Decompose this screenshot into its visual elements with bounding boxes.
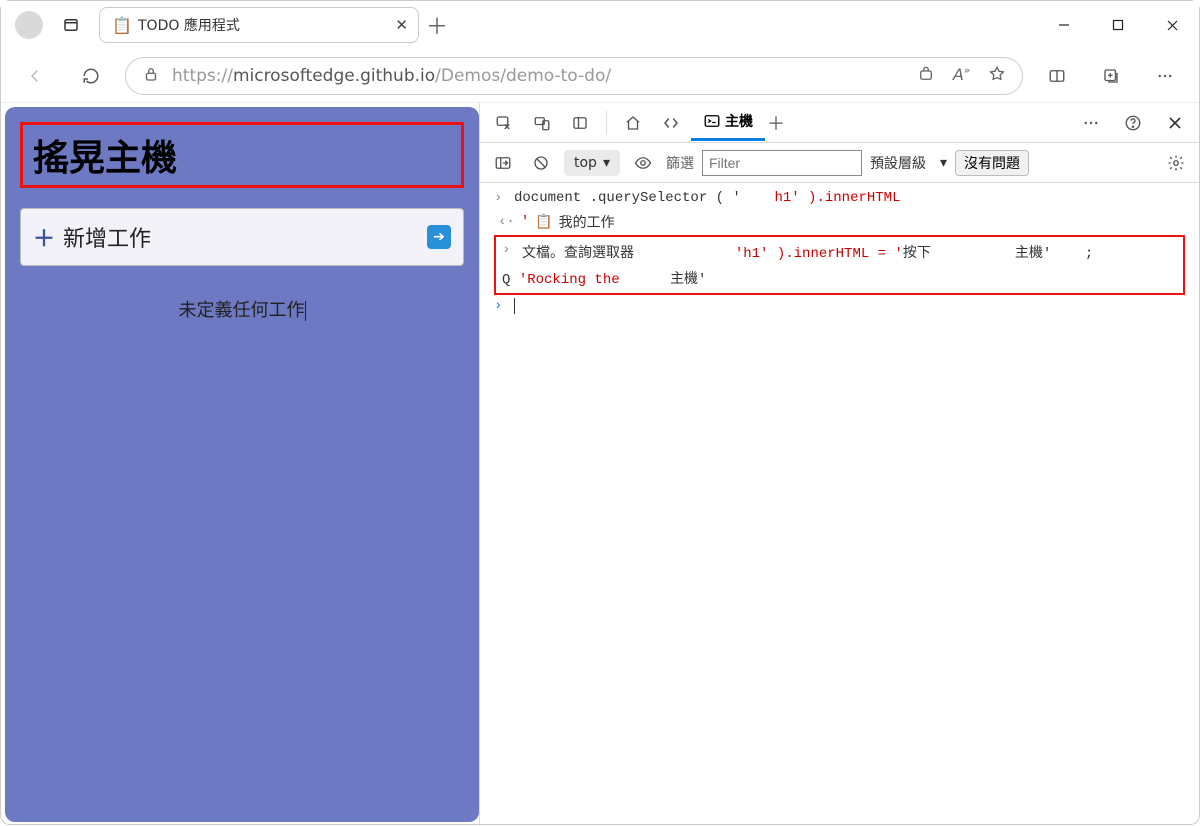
address-url: https://microsoftedge.github.io/Demos/de… [172,66,611,86]
window-controls [1037,3,1199,47]
page-h1: 搖晃主機 [33,129,451,181]
console-output-line: ‹· '📋 我的工作 [498,209,1185,235]
empty-tasks-message: 未定義任何工作 [20,296,464,322]
console-input-line: › document .querySelector ( ' h1' ).inne… [494,187,1185,209]
prompt-chevron-icon: › [494,298,506,314]
clear-console-icon[interactable] [526,149,556,177]
tab-actions-icon[interactable] [57,11,85,39]
plus-icon: ＋ [33,221,55,253]
sidebar-toggle-icon[interactable] [488,149,518,177]
tab-welcome-icon[interactable] [615,105,651,141]
split-screen-icon[interactable] [1035,58,1079,94]
prompt-cursor [514,298,515,314]
output-arrow-icon: ‹· [498,214,515,230]
nav-right-icons [1035,58,1187,94]
tab-close-icon[interactable]: ✕ [395,16,408,34]
live-expression-icon[interactable] [628,149,658,177]
profile-avatar[interactable] [15,11,43,39]
read-aloud-icon[interactable]: A» [953,65,970,87]
collections-icon[interactable] [1089,58,1133,94]
filter-input[interactable] [702,150,862,176]
titlebar: 📋 TODO 應用程式 ✕ ＋ [1,1,1199,49]
console-highlight-box: › 文檔。查詢選取器 'h1' ).innerHTML = '按下 主機' ; … [494,235,1185,295]
console-toolbar: top▾ 篩選 預設層級▾ 沒有問題 [480,143,1199,183]
add-task-input[interactable]: ＋ 新增工作 ➔ [20,208,464,266]
tab-strip: 📋 TODO 應用程式 ✕ ＋ [99,6,455,44]
minimize-button[interactable] [1037,3,1091,47]
content-split: 搖晃主機 ＋ 新增工作 ➔ 未定義任何工作 主機 ＋ [1,103,1199,826]
nav-reload-button[interactable] [69,58,113,94]
console-settings-icon[interactable] [1161,149,1191,177]
device-emulation-icon[interactable] [524,105,560,141]
tab-console-label: 主機 [725,111,753,131]
close-window-button[interactable] [1145,3,1199,47]
address-actions: A» [917,65,1006,87]
context-selector[interactable]: top▾ [564,150,620,176]
tab-title: TODO 應用程式 [138,15,387,35]
tab-elements-icon[interactable] [653,105,689,141]
shopping-icon[interactable] [917,65,935,87]
favorite-icon[interactable] [988,65,1006,87]
address-bar[interactable]: https://microsoftedge.github.io/Demos/de… [125,57,1023,95]
devtools-help-icon[interactable] [1115,105,1151,141]
devtools-close-icon[interactable] [1157,105,1193,141]
more-menu-icon[interactable] [1143,58,1187,94]
devtools-pane: 主機 ＋ top▾ 篩選 預設層級▾ 沒有問題 › document .quer… [479,103,1199,826]
new-tab-button[interactable]: ＋ [419,9,455,41]
lock-icon [142,65,160,87]
app-pane: 搖晃主機 ＋ 新增工作 ➔ 未定義任何工作 [5,107,479,822]
tab-console[interactable]: 主機 [691,105,765,141]
input-chevron-icon: › [502,242,514,258]
tab-favicon-icon: 📋 [114,17,130,33]
maximize-button[interactable] [1091,3,1145,47]
dock-side-icon[interactable] [562,105,598,141]
devtools-tabstrip: 主機 ＋ [480,103,1199,143]
devtools-add-tab-button[interactable]: ＋ [767,110,785,136]
clipboard-icon: 📋 [535,214,552,231]
issues-button[interactable]: 沒有問題 [955,150,1029,176]
page-h1-highlight: 搖晃主機 [20,122,464,188]
devtools-more-icon[interactable] [1073,105,1109,141]
tab-active[interactable]: 📋 TODO 應用程式 ✕ [99,7,419,43]
input-chevron-icon: › [494,190,506,206]
log-levels-selector[interactable]: 預設層級▾ [870,153,947,173]
console-prompt[interactable]: › [494,295,1185,317]
submit-task-button[interactable]: ➔ [427,225,451,249]
inspect-icon[interactable] [486,105,522,141]
nav-toolbar: https://microsoftedge.github.io/Demos/de… [1,49,1199,103]
filter-label: 篩選 [666,153,694,173]
nav-back-button[interactable] [13,58,57,94]
add-task-placeholder: 新增工作 [63,221,419,253]
console-body[interactable]: › document .querySelector ( ' h1' ).inne… [480,183,1199,826]
